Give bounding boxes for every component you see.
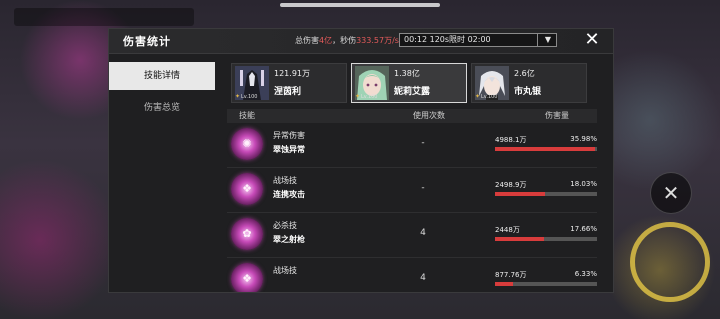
- sidebar-item-skill-details[interactable]: 技能详情: [109, 62, 215, 90]
- panel-header: 伤害统计 总伤害4亿，秒伤333.57万/s 00:12 120s限时 02:0…: [109, 29, 613, 54]
- game-hud-background: [14, 8, 194, 26]
- character-card[interactable]: ✦ Lv.100 121.91万 涅茵利: [231, 63, 347, 103]
- main-content: ✦ Lv.100 121.91万 涅茵利 ✦ Lv.100 1.38亿 妮莉艾露…: [227, 63, 597, 292]
- sidebar-nav: 技能详情 伤害总览: [109, 62, 215, 126]
- skill-type: 异常伤害: [273, 131, 305, 140]
- skill-name: 连携攻击: [273, 190, 305, 199]
- character-name: 市丸银: [514, 87, 542, 97]
- close-icon: ✕: [584, 29, 600, 50]
- skill-uses: -: [421, 183, 425, 193]
- skill-table-header: 技能 使用次数 伤害量: [227, 109, 597, 123]
- skill-type: 战场技: [273, 176, 297, 185]
- character-level: Lv.100: [241, 94, 258, 100]
- chevron-down-icon: ▼: [544, 35, 551, 44]
- skill-damage: 2498.9万: [495, 181, 527, 189]
- table-row[interactable]: ✿ 必杀技 翠之射枪 4 2448万 17.66%: [227, 213, 597, 258]
- damage-stats-panel: 伤害统计 总伤害4亿，秒伤333.57万/s 00:12 120s限时 02:0…: [108, 28, 614, 293]
- character-card-selected[interactable]: ✦ Lv.100 1.38亿 妮莉艾露: [351, 63, 467, 103]
- anomaly-skill-icon: ✺: [231, 128, 263, 160]
- panel-title: 伤害统计: [123, 35, 171, 48]
- damage-bar-fill: [495, 282, 513, 286]
- character-portrait: ✦ Lv.100: [475, 66, 509, 100]
- close-button[interactable]: ✕: [581, 30, 603, 50]
- skill-damage: 4988.1万: [495, 136, 527, 144]
- timer-select-value: 00:12 120s限时 02:00: [404, 35, 491, 44]
- damage-bar-track: [495, 237, 597, 241]
- rarity-star-icon: ✦: [355, 93, 361, 100]
- damage-bar-fill: [495, 192, 546, 196]
- skill-uses: -: [421, 138, 425, 148]
- character-level: Lv.100: [361, 94, 378, 100]
- skill-type: 必杀技: [273, 221, 297, 230]
- damage-summary: 总伤害4亿，秒伤333.57万/s: [295, 35, 399, 46]
- skill-percent: 18.03%: [570, 180, 597, 188]
- damage-bar-fill: [495, 147, 595, 151]
- skill-name: 翠蚀异常: [273, 145, 305, 154]
- character-damage: 1.38亿: [394, 69, 420, 78]
- rarity-star-icon: ✦: [475, 93, 481, 100]
- character-name: 涅茵利: [274, 87, 302, 97]
- damage-bar-track: [495, 147, 597, 151]
- battlefield-skill-icon: ❖: [231, 173, 263, 205]
- character-portrait: ✦ Lv.100: [355, 66, 389, 100]
- table-row[interactable]: ❖ 战场技 4 877.76万 6.33%: [227, 258, 597, 292]
- total-damage-value: 4亿: [319, 36, 333, 45]
- character-name: 妮莉艾露: [394, 87, 431, 97]
- skill-percent: 35.98%: [570, 135, 597, 143]
- battlefield-skill-icon: ❖: [231, 263, 263, 292]
- damage-bar-fill: [495, 237, 545, 241]
- home-indicator: [280, 3, 440, 7]
- skill-uses: 4: [420, 273, 426, 283]
- damage-bar-track: [495, 282, 597, 286]
- sidebar-item-damage-overview[interactable]: 伤害总览: [109, 94, 215, 122]
- skill-damage: 2448万: [495, 226, 520, 234]
- skill-damage: 877.76万: [495, 271, 527, 279]
- skill-name: 翠之射枪: [273, 235, 305, 244]
- character-tabs: ✦ Lv.100 121.91万 涅茵利 ✦ Lv.100 1.38亿 妮莉艾露…: [227, 63, 597, 105]
- timer-select[interactable]: 00:12 120s限时 02:00 ▼: [399, 33, 557, 47]
- dps-value: 333.57万/s: [356, 36, 399, 45]
- column-header-uses: 使用次数: [413, 111, 445, 120]
- skill-percent: 17.66%: [570, 225, 597, 233]
- rarity-star-icon: ✦: [235, 93, 241, 100]
- skill-percent: 6.33%: [574, 270, 597, 278]
- game-side-button[interactable]: [650, 172, 692, 214]
- character-portrait: ✦ Lv.100: [235, 66, 269, 100]
- character-damage: 121.91万: [274, 69, 310, 78]
- character-damage: 2.6亿: [514, 69, 535, 78]
- table-row[interactable]: ✺ 异常伤害 翠蚀异常 - 4988.1万 35.98%: [227, 123, 597, 168]
- skill-uses: 4: [420, 228, 426, 238]
- ultimate-skill-icon: ✿: [231, 218, 263, 250]
- character-card[interactable]: ✦ Lv.100 2.6亿 市丸银: [471, 63, 587, 103]
- table-row[interactable]: ❖ 战场技 连携攻击 - 2498.9万 18.03%: [227, 168, 597, 213]
- damage-bar-track: [495, 192, 597, 196]
- character-level: Lv.100: [481, 94, 498, 100]
- column-header-skill: 技能: [239, 111, 255, 120]
- game-ring-decoration: [630, 222, 710, 302]
- select-divider: [537, 34, 538, 46]
- total-damage-label: 总伤害: [295, 36, 319, 45]
- column-header-damage: 伤害量: [545, 111, 569, 120]
- skill-type: 战场技: [273, 266, 297, 275]
- dps-label: ，秒伤: [332, 36, 357, 45]
